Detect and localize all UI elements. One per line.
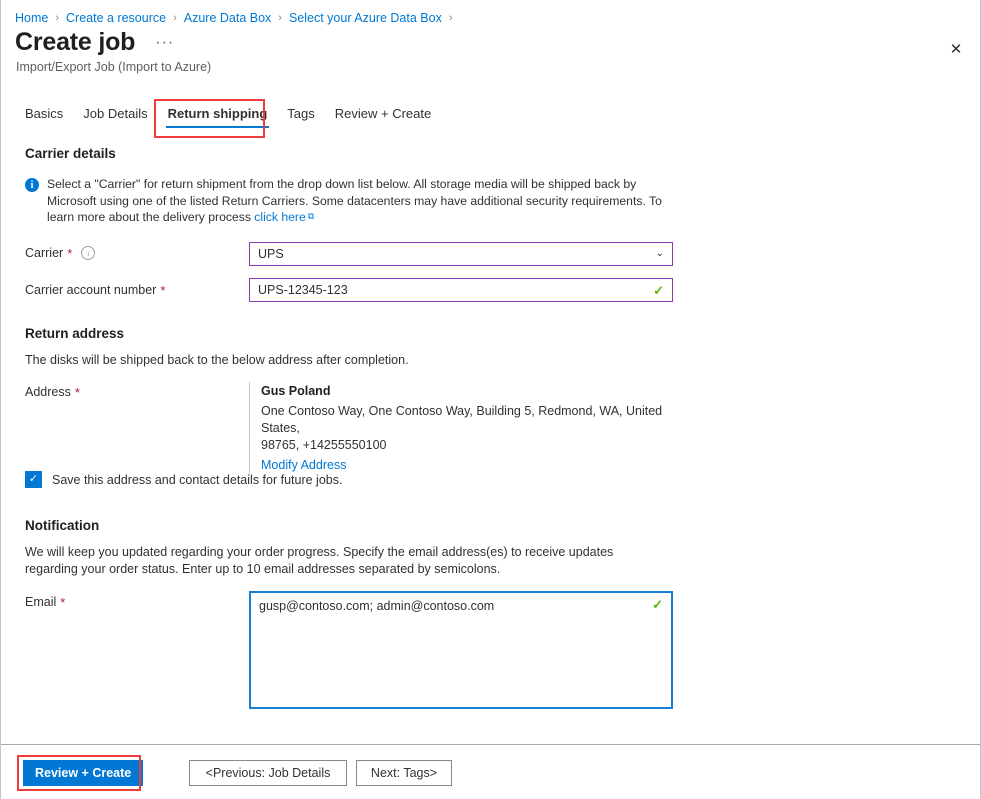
previous-job-details-button[interactable]: <Previous: Job Details [189,760,347,786]
tab-review-create[interactable]: Review + Create [325,104,441,128]
breadcrumb-separator-icon: › [278,12,282,24]
return-address-block: Gus Poland One Contoso Way, One Contoso … [249,382,679,474]
click-here-link[interactable]: click here [254,210,305,224]
email-label-text: Email [25,595,56,609]
tab-job-details[interactable]: Job Details [73,104,157,128]
tab-basics[interactable]: Basics [15,104,73,128]
carrier-info-body: Select a "Carrier" for return shipment f… [47,177,662,224]
carrier-dropdown[interactable]: UPS ⌄ [249,242,673,266]
carrier-details-heading: Carrier details [25,146,116,161]
email-label: Email * [25,595,65,609]
external-link-icon: ⧉ [308,211,314,221]
review-create-button[interactable]: Review + Create [23,760,143,786]
tab-tags[interactable]: Tags [277,104,324,128]
next-tags-button[interactable]: Next: Tags> [356,760,452,786]
page-header: Create job ··· [15,29,174,57]
breadcrumb-item-select-your-azure-data-box[interactable]: Select your Azure Data Box [289,11,442,25]
breadcrumb-item-create-a-resource[interactable]: Create a resource [66,11,166,25]
required-asterisk: * [160,284,165,297]
return-address-description: The disks will be shipped back to the be… [25,352,665,369]
checkmark-icon: ✓ [29,474,38,485]
page-title: Create job [15,29,135,57]
carrier-account-number-input[interactable]: UPS-12345-123 ✓ [249,278,673,302]
close-icon[interactable]: ✕ [940,33,972,65]
chevron-down-icon: ⌄ [656,249,664,259]
carrier-account-number-label-text: Carrier account number [25,283,156,297]
carrier-account-number-label: Carrier account number * [25,283,165,297]
save-address-checkbox[interactable]: ✓ [25,471,42,488]
return-address-heading: Return address [25,326,124,341]
breadcrumb-separator-icon: › [173,12,177,24]
valid-check-icon: ✓ [652,598,663,611]
more-options-button[interactable]: ··· [155,34,174,52]
address-label: Address * [25,385,80,399]
required-asterisk: * [60,596,65,609]
carrier-info-text: Select a "Carrier" for return shipment f… [47,176,675,227]
breadcrumb-item-azure-data-box[interactable]: Azure Data Box [184,11,272,25]
info-icon: i [25,178,39,192]
carrier-label-text: Carrier [25,246,63,260]
breadcrumb-separator-icon: › [55,12,59,24]
wizard-footer: Review + Create <Previous: Job Details N… [1,745,980,799]
carrier-info-banner: i Select a "Carrier" for return shipment… [25,176,675,227]
valid-check-icon: ✓ [653,284,664,297]
notification-description: We will keep you updated regarding your … [25,544,665,578]
save-address-checkbox-row[interactable]: ✓ Save this address and contact details … [25,471,342,488]
required-asterisk: * [67,247,72,260]
modify-address-link[interactable]: Modify Address [261,458,346,472]
breadcrumb-separator-icon: › [449,12,453,24]
address-line-1: One Contoso Way, One Contoso Way, Buildi… [261,403,679,437]
tab-return-shipping[interactable]: Return shipping [158,104,278,128]
carrier-info-tooltip-icon[interactable]: i [81,246,95,260]
breadcrumb: Home › Create a resource › Azure Data Bo… [15,8,460,28]
address-label-text: Address [25,385,71,399]
create-job-blade: Home › Create a resource › Azure Data Bo… [0,0,981,799]
notification-heading: Notification [25,518,99,533]
required-asterisk: * [75,386,80,399]
email-value: gusp@contoso.com; admin@contoso.com [259,598,652,615]
email-input[interactable]: gusp@contoso.com; admin@contoso.com ✓ [249,591,673,709]
carrier-selected-value: UPS [258,247,656,261]
breadcrumb-item-home[interactable]: Home [15,11,48,25]
page-subtitle: Import/Export Job (Import to Azure) [16,60,211,74]
carrier-label: Carrier * i [25,246,95,260]
wizard-tabs: Basics Job Details Return shipping Tags … [15,104,441,134]
carrier-account-number-value: UPS-12345-123 [258,283,653,297]
save-address-checkbox-label: Save this address and contact details fo… [52,473,342,487]
address-contact-name: Gus Poland [261,382,679,400]
address-line-2: 98765, +14255550100 [261,437,679,454]
